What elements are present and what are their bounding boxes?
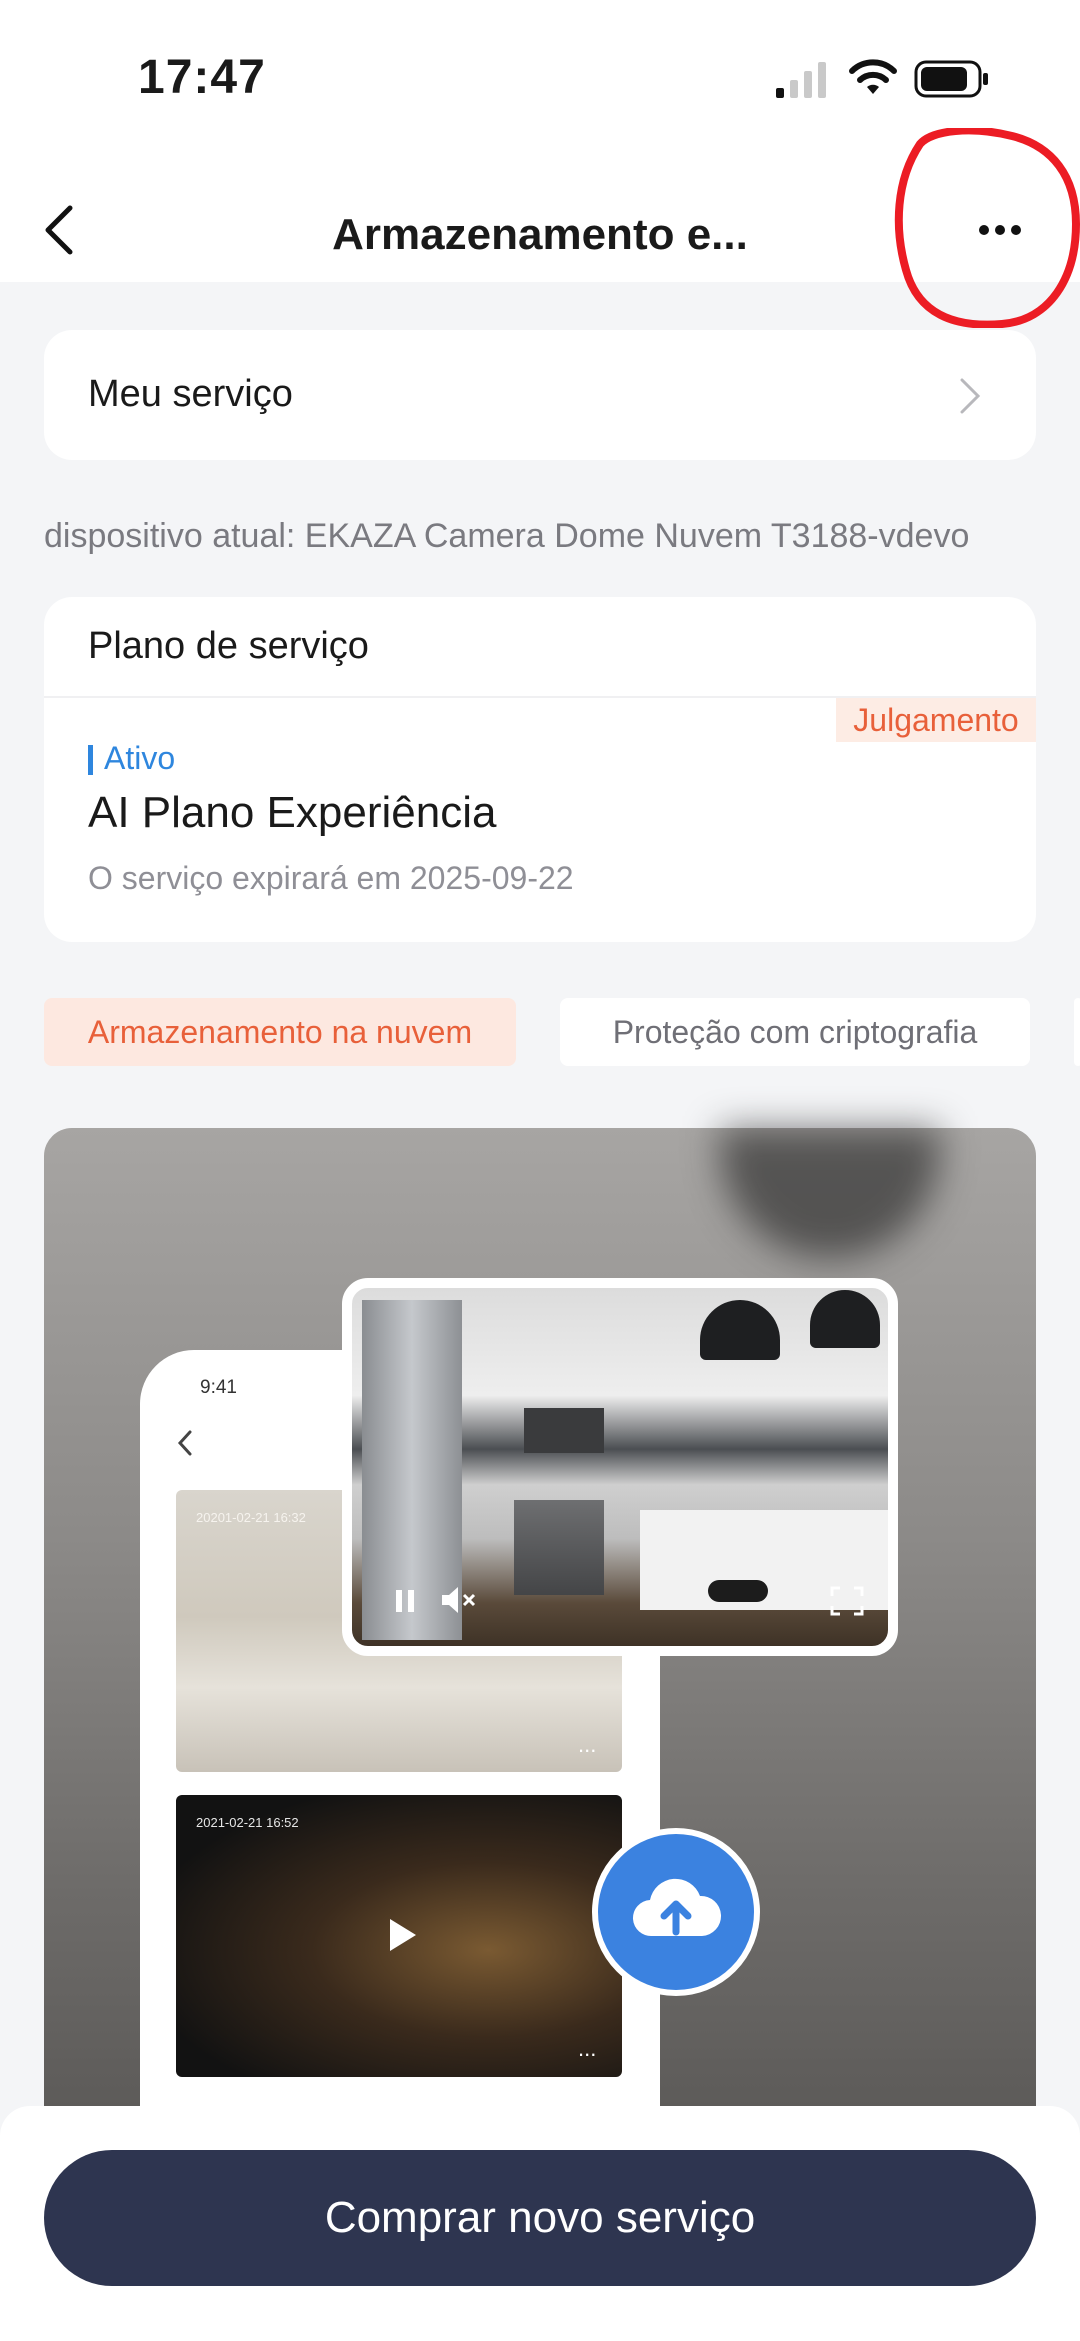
play-icon [390, 1919, 416, 1951]
signal-icon [776, 62, 826, 98]
chevron-right-icon [960, 378, 981, 414]
cloud-upload-icon [632, 1878, 722, 1937]
plan-name: AI Plano Experiência [88, 788, 497, 837]
status-indicator [88, 745, 93, 775]
battery-icon [914, 60, 988, 98]
stove-shape [514, 1500, 604, 1595]
plan-section-title: Plano de serviço [88, 625, 369, 667]
pause-icon [396, 1590, 414, 1612]
phone-back-icon [177, 1430, 192, 1456]
mute-icon [442, 1587, 476, 1613]
tab-next-partial[interactable] [1074, 998, 1080, 1066]
fullscreen-icon [830, 1586, 864, 1616]
tab-encryption[interactable]: Proteção com criptografia [560, 998, 1030, 1066]
recording-timestamp: 2021-02-21 16:52 [196, 1815, 299, 1830]
recording-timestamp: 20201-02-21 16:32 [196, 1510, 306, 1525]
my-service-label: Meu serviço [88, 373, 293, 415]
trial-badge: Julgamento [836, 698, 1036, 742]
plan-status: Ativo [104, 740, 176, 776]
stool-shape [708, 1580, 768, 1602]
thumbnail-more: ... [578, 1732, 597, 1757]
wifi-icon [849, 59, 897, 94]
back-icon[interactable] [40, 200, 80, 260]
highlight-annotation [894, 128, 1080, 328]
buy-new-service-button[interactable]: Comprar novo serviço [44, 2150, 1036, 2286]
status-time: 17:47 [138, 51, 266, 104]
phone-time: 9:41 [200, 1377, 237, 1398]
current-device-text: dispositivo atual: EKAZA Camera Dome Nuv… [44, 517, 970, 555]
page-title: Armazenamento e... [332, 210, 748, 259]
plan-expiry: O serviço expirará em 2025-09-22 [88, 860, 574, 896]
tab-cloud-storage[interactable]: Armazenamento na nuvem [44, 998, 516, 1066]
thumbnail-more: ... [578, 2036, 597, 2061]
microwave-shape [524, 1408, 604, 1453]
